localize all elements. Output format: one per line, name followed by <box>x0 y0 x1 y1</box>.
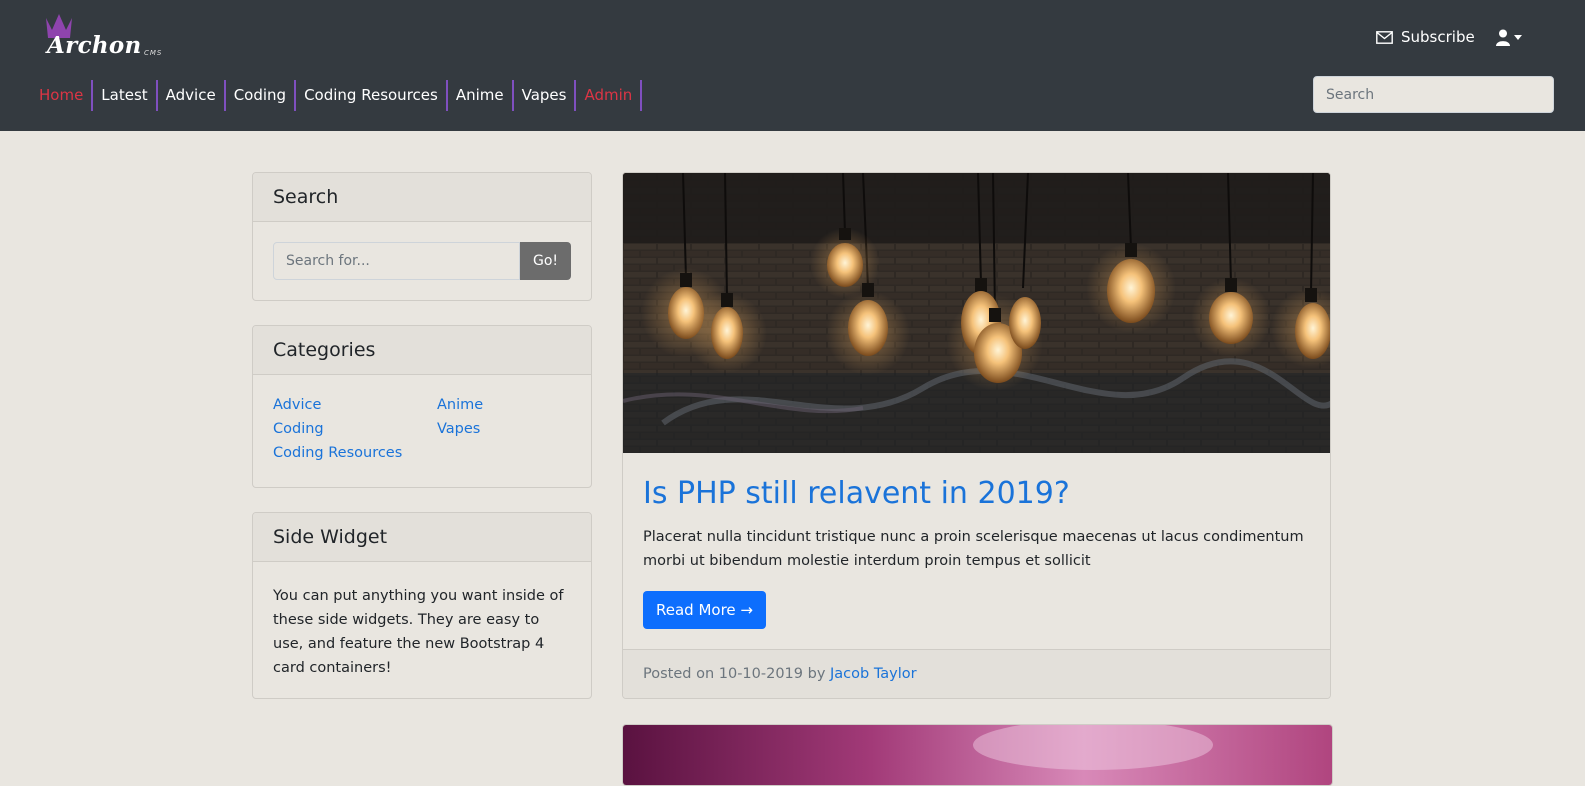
category-link-vapes[interactable]: Vapes <box>437 419 577 439</box>
light-bulbs-image <box>623 173 1330 453</box>
categories-widget: Categories Advice Anime Coding Vapes Cod… <box>252 325 592 488</box>
category-link-advice[interactable]: Advice <box>273 395 437 415</box>
post-meta: Posted on 10-10-2019 by Jacob Taylor <box>623 649 1330 698</box>
side-widget: Side Widget You can put anything you wan… <box>252 512 592 699</box>
category-link-coding-resources[interactable]: Coding Resources <box>273 443 437 463</box>
nav-item-advice[interactable]: Advice <box>158 80 226 111</box>
chevron-down-icon <box>1514 34 1522 40</box>
go-button[interactable]: Go! <box>520 242 571 280</box>
user-menu-toggle[interactable] <box>1496 26 1522 48</box>
main-nav: Home Latest Advice Coding Coding Resourc… <box>31 80 643 111</box>
nav-item-home[interactable]: Home <box>31 80 94 111</box>
post-date-text: Posted on 10-10-2019 by <box>643 666 826 682</box>
category-link-coding[interactable]: Coding <box>273 419 437 439</box>
search-widget: Search Go! <box>252 172 592 301</box>
nav-item-vapes[interactable]: Vapes <box>514 80 577 111</box>
read-more-button[interactable]: Read More → <box>643 591 766 629</box>
brand-suffix: CMS <box>144 49 163 57</box>
brand-name: Archon <box>47 32 142 59</box>
subscribe-link[interactable]: Subscribe <box>1376 26 1475 48</box>
post-title[interactable]: Is PHP still relavent in 2019? <box>643 475 1310 513</box>
post-image[interactable] <box>623 173 1330 453</box>
nav-item-admin[interactable]: Admin <box>576 80 643 111</box>
user-icon <box>1496 29 1510 46</box>
category-link-anime[interactable]: Anime <box>437 395 577 415</box>
top-navbar: Archon CMS Subscribe Home Latest Advice … <box>0 0 1585 131</box>
nav-item-coding-resources[interactable]: Coding Resources <box>296 80 448 111</box>
side-widget-text: You can put anything you want inside of … <box>273 588 564 676</box>
header-search-input[interactable] <box>1313 76 1554 113</box>
envelope-icon <box>1376 30 1393 44</box>
categories-widget-title: Categories <box>253 326 591 375</box>
post-image-2[interactable] <box>623 725 1332 785</box>
post-author-link[interactable]: Jacob Taylor <box>830 666 917 682</box>
category-list: Advice Anime Coding Vapes Coding Resourc… <box>273 395 571 463</box>
nav-item-latest[interactable]: Latest <box>93 80 158 111</box>
nav-item-coding[interactable]: Coding <box>226 80 297 111</box>
sidebar-search-input[interactable] <box>273 242 520 280</box>
blog-post-card: Is PHP still relavent in 2019? Placerat … <box>622 172 1331 699</box>
brand-logo[interactable]: Archon CMS <box>44 12 174 62</box>
search-widget-title: Search <box>253 173 591 222</box>
post-excerpt: Placerat nulla tincidunt tristique nunc … <box>643 529 1304 569</box>
nav-item-anime[interactable]: Anime <box>448 80 514 111</box>
subscribe-label: Subscribe <box>1401 28 1475 46</box>
sidebar-search-group: Go! <box>273 242 571 280</box>
side-widget-title: Side Widget <box>253 513 591 562</box>
blog-post-card-2 <box>622 724 1333 786</box>
